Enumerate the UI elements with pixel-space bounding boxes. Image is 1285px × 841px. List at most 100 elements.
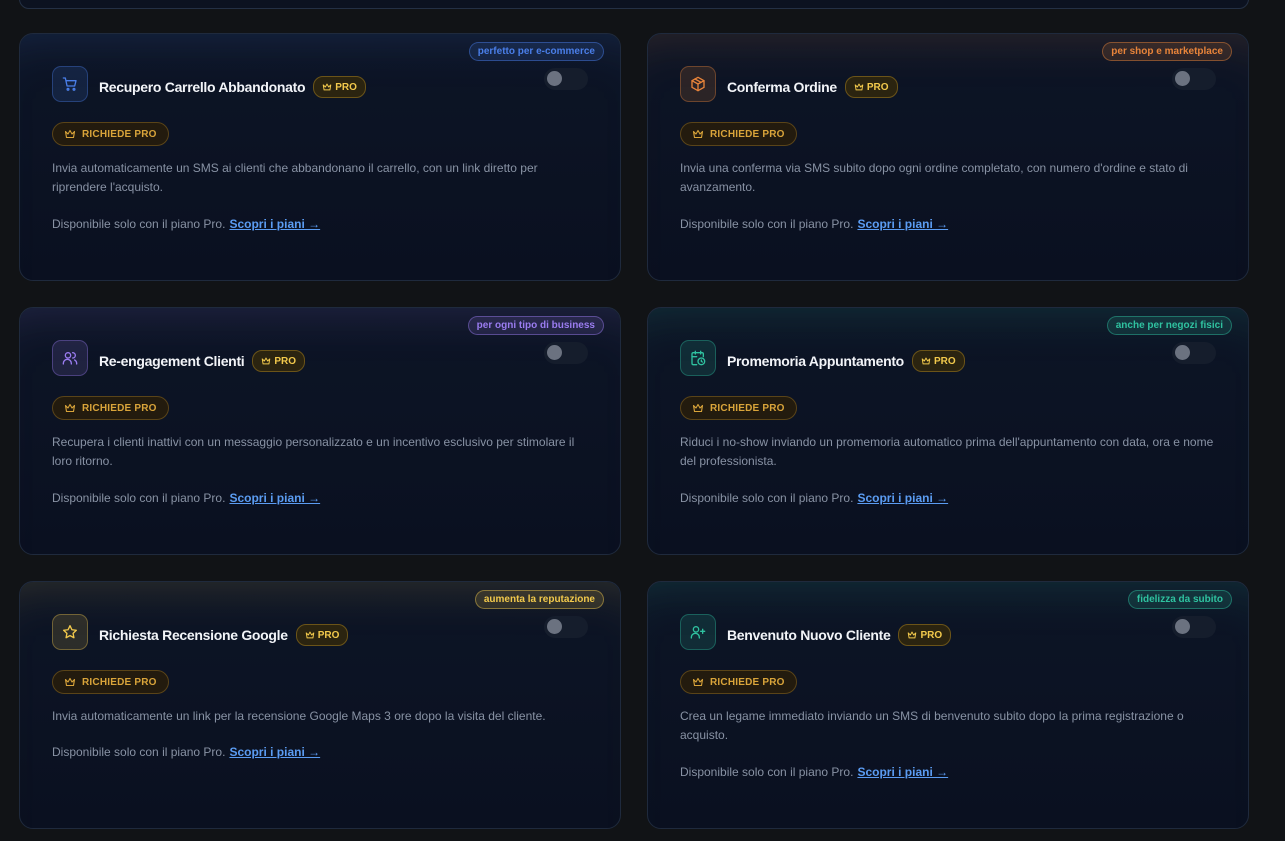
crown-icon xyxy=(692,129,704,139)
pro-badge-label: PRO xyxy=(933,355,956,367)
card-title: Re-engagement Clienti PRO xyxy=(99,350,306,372)
users-icon xyxy=(62,352,78,365)
availability-note: Disponibile solo con il piano Pro. Scopri… xyxy=(680,491,948,505)
card-title: Conferma Ordine PRO xyxy=(727,76,898,98)
availability-text: Disponibile solo con il piano Pro. xyxy=(52,491,226,505)
availability-text: Disponibile solo con il piano Pro. xyxy=(52,217,226,231)
calendar-clock-icon xyxy=(691,350,706,366)
automation-toggle[interactable] xyxy=(1172,68,1216,90)
pro-badge: PRO xyxy=(252,350,306,372)
requires-pro-label: RICHIEDE PRO xyxy=(710,402,785,414)
discover-plans-link[interactable]: Scopri i piani → xyxy=(857,765,948,779)
automation-toggle[interactable] xyxy=(1172,342,1216,364)
requires-pro-label: RICHIEDE PRO xyxy=(82,676,157,688)
crown-icon xyxy=(262,357,271,365)
card-description: Riduci i no-show inviando un promemoria … xyxy=(680,435,1214,468)
card-title-text: Re-engagement Clienti xyxy=(99,353,245,369)
discover-plans-link[interactable]: Scopri i piani → xyxy=(229,217,320,231)
card-icon-box xyxy=(52,66,88,102)
crown-icon xyxy=(921,357,931,365)
card-top-glow xyxy=(708,307,1188,308)
availability-text: Disponibile solo con il piano Pro. xyxy=(680,491,854,505)
card-title: Benvenuto Nuovo Cliente PRO xyxy=(727,624,952,646)
requires-pro-label: RICHIEDE PRO xyxy=(710,676,785,688)
discover-plans-link[interactable]: Scopri i piani → xyxy=(857,491,948,505)
pro-badge: PRO xyxy=(313,76,366,98)
card-top-glow xyxy=(80,33,560,34)
card-description: Invia automaticamente un SMS ai clienti … xyxy=(52,161,538,194)
automation-toggle[interactable] xyxy=(1172,616,1216,638)
card-tag: per shop e marketplace xyxy=(1102,42,1232,61)
pro-badge-label: PRO xyxy=(274,355,297,367)
card-description: Invia automaticamente un link per la rec… xyxy=(52,709,546,723)
crown-icon xyxy=(64,677,76,687)
card-tag: perfetto per e-commerce xyxy=(468,42,604,61)
card-tag: fidelizza da subito xyxy=(1127,590,1232,609)
requires-pro-badge: RICHIEDE PRO xyxy=(52,396,169,420)
automation-toggle[interactable] xyxy=(544,68,588,90)
card-icon-box xyxy=(52,340,88,376)
pro-badge-label: PRO xyxy=(317,629,340,641)
crown-icon xyxy=(323,83,332,91)
card-title-text: Richiesta Recensione Google xyxy=(99,627,288,643)
toggle-knob[interactable] xyxy=(547,345,562,360)
card-title: Recupero Carrello Abbandonato PRO xyxy=(99,76,366,98)
star-icon xyxy=(63,625,77,639)
card-tag: aumenta la reputazione xyxy=(474,590,604,609)
card-top-glow xyxy=(80,581,560,582)
card-icon-box xyxy=(680,340,716,376)
automation-card-welcome-customer: fidelizza da subito Benvenuto Nuovo Clie… xyxy=(647,581,1249,829)
availability-note: Disponibile solo con il piano Pro. Scopri… xyxy=(52,217,320,231)
card-top-glow xyxy=(80,307,560,308)
crown-icon xyxy=(854,83,864,91)
availability-note: Disponibile solo con il piano Pro. Scopri… xyxy=(52,491,320,505)
pro-badge: PRO xyxy=(844,76,898,98)
requires-pro-label: RICHIEDE PRO xyxy=(82,128,157,140)
automation-card-appointment-reminder: anche per negozi fisici Promemoria Appun… xyxy=(647,307,1249,555)
card-description: Crea un legame immediato inviando un SMS… xyxy=(680,709,1184,742)
package-icon xyxy=(691,76,705,92)
availability-note: Disponibile solo con il piano Pro. Scopri… xyxy=(680,217,948,231)
discover-plans-link[interactable]: Scopri i piani → xyxy=(229,745,320,759)
automation-toggle[interactable] xyxy=(544,616,588,638)
user-plus-icon xyxy=(690,626,706,639)
crown-icon xyxy=(64,129,76,139)
requires-pro-label: RICHIEDE PRO xyxy=(710,128,785,140)
toggle-knob[interactable] xyxy=(1175,345,1190,360)
pro-badge-label: PRO xyxy=(920,629,943,641)
card-tag: per ogni tipo di business xyxy=(467,316,604,335)
card-description: Recupera i clienti inattivi con un messa… xyxy=(52,435,575,468)
pro-badge: PRO xyxy=(911,350,965,372)
card-icon-box xyxy=(680,614,716,650)
availability-text: Disponibile solo con il piano Pro. xyxy=(52,745,226,759)
pro-badge: PRO xyxy=(898,624,952,646)
card-icon-box xyxy=(52,614,88,650)
card-title-text: Promemoria Appuntamento xyxy=(727,353,904,369)
card-tag: anche per negozi fisici xyxy=(1106,316,1232,335)
automation-card-abandoned-cart: perfetto per e-commerce Recupero Carrell… xyxy=(19,33,621,281)
automation-toggle[interactable] xyxy=(544,342,588,364)
pro-badge-label: PRO xyxy=(335,81,357,93)
card-description: Invia una conferma via SMS subito dopo o… xyxy=(680,161,1188,194)
card-top-glow xyxy=(708,581,1188,582)
discover-plans-link[interactable]: Scopri i piani → xyxy=(857,217,948,231)
card-title-text: Conferma Ordine xyxy=(727,79,837,95)
requires-pro-badge: RICHIEDE PRO xyxy=(680,396,797,420)
toggle-knob[interactable] xyxy=(1175,71,1190,86)
crown-icon xyxy=(64,403,76,413)
previous-section-panel xyxy=(19,0,1249,9)
requires-pro-badge: RICHIEDE PRO xyxy=(52,670,169,694)
shopping-cart-icon xyxy=(62,77,77,91)
card-title-text: Recupero Carrello Abbandonato xyxy=(99,79,306,95)
crown-icon xyxy=(692,403,704,413)
crown-icon xyxy=(908,631,917,639)
crown-icon xyxy=(692,677,704,687)
requires-pro-label: RICHIEDE PRO xyxy=(82,402,157,414)
automation-card-google-review: aumenta la reputazione Richiesta Recensi… xyxy=(19,581,621,829)
toggle-knob[interactable] xyxy=(1175,619,1190,634)
discover-plans-link[interactable]: Scopri i piani → xyxy=(229,491,320,505)
toggle-knob[interactable] xyxy=(547,619,562,634)
automation-card-order-confirmation: per shop e marketplace Conferma Ordine P… xyxy=(647,33,1249,281)
card-icon-box xyxy=(680,66,716,102)
toggle-knob[interactable] xyxy=(547,71,562,86)
